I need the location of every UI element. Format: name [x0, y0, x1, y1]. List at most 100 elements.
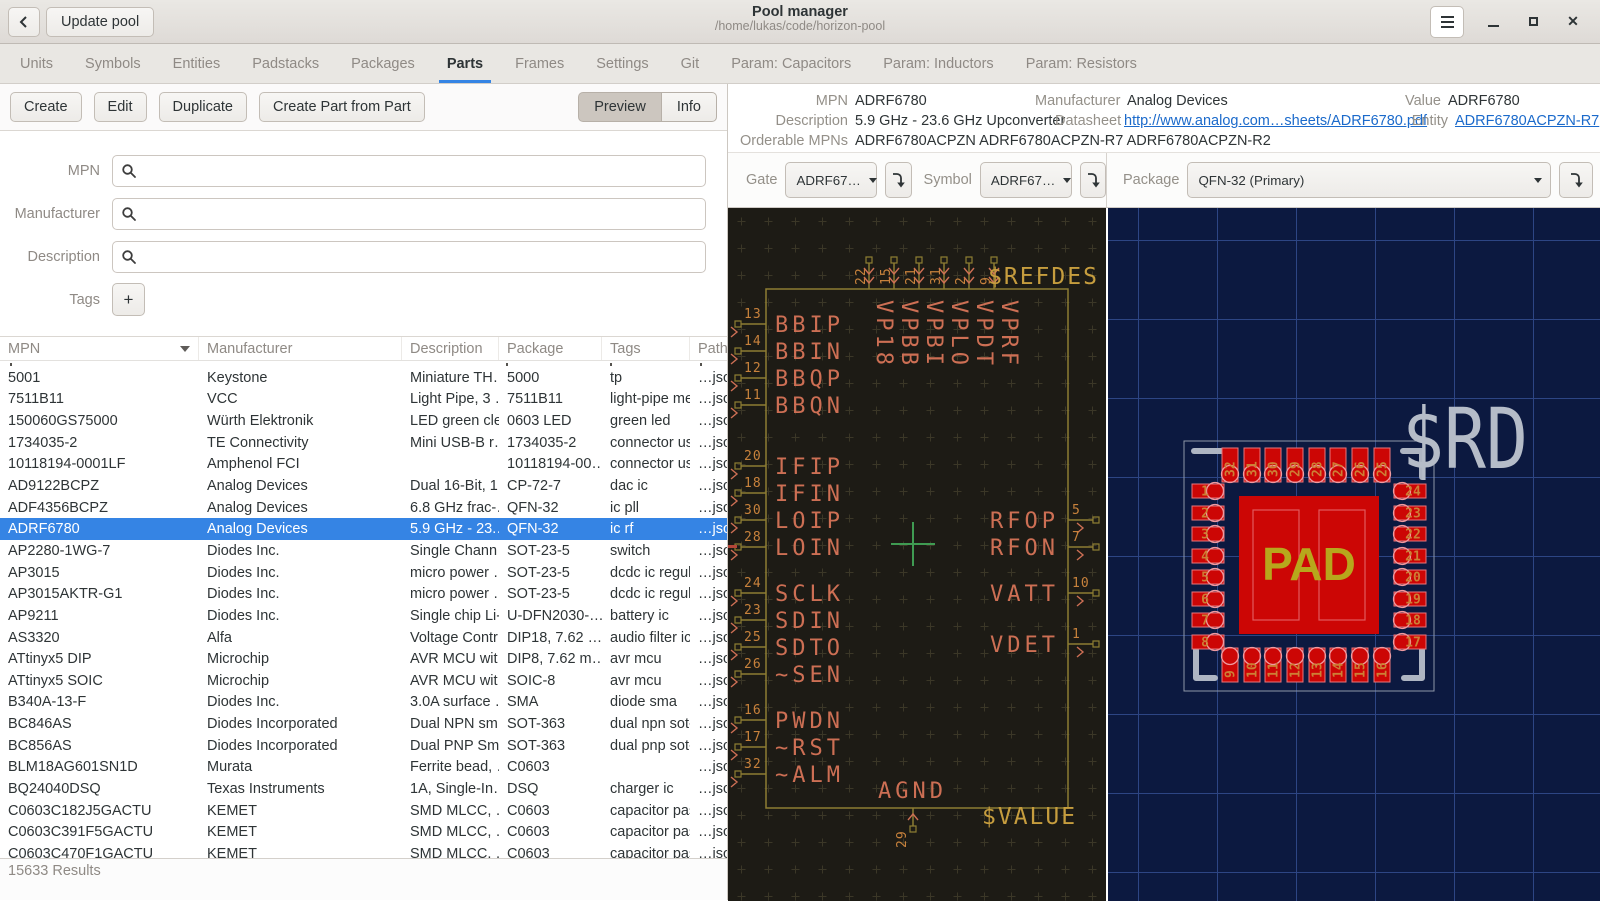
pad[interactable]: 3 [1192, 526, 1224, 543]
tab[interactable]: Symbols [83, 44, 143, 83]
column-header-path[interactable]: Path [690, 337, 727, 360]
goto-symbol-button[interactable] [1080, 162, 1106, 198]
tab[interactable]: Settings [594, 44, 650, 83]
goto-package-button[interactable] [1559, 162, 1593, 198]
column-header-mpn[interactable]: MPN [0, 337, 199, 360]
pad[interactable]: 2 [1192, 505, 1224, 522]
tab[interactable]: Param: Resistors [1024, 44, 1139, 83]
pad[interactable]: 14 [1330, 648, 1347, 683]
column-header-description[interactable]: Description [402, 337, 499, 360]
table-row[interactable]: AD9122BCPZ Analog Devices Dual 16-Bit, 1… [0, 475, 727, 497]
manufacturer-search-field[interactable] [112, 198, 706, 230]
description-search-input[interactable] [143, 249, 705, 265]
table-row[interactable]: C0603C391F5GACTU KEMET SMD MLCC, … C0603… [0, 821, 727, 843]
create-part-from-part-button[interactable]: Create Part from Part [259, 92, 425, 122]
pad[interactable]: 16 [1374, 648, 1391, 683]
pad[interactable]: 13 [1309, 648, 1326, 683]
pad[interactable]: 23 [1394, 505, 1427, 522]
pad[interactable]: 15 [1352, 648, 1369, 683]
tab[interactable]: Param: Inductors [881, 44, 995, 83]
table-row[interactable]: ATtinyx5 DIP Microchip AVR MCU wit… DIP8… [0, 648, 727, 670]
close-button[interactable]: ✕ [1562, 11, 1584, 33]
entity-link[interactable]: ADRF6780ACPZN-R7 [1455, 111, 1599, 131]
pad[interactable]: 8 [1192, 634, 1224, 651]
tab[interactable]: Units [18, 44, 55, 83]
pad[interactable]: 5 [1192, 569, 1224, 586]
datasheet-link[interactable]: http://www.analog.com…sheets/ADRF6780.pd… [1124, 111, 1409, 131]
table-row[interactable]: 150060GS75000 Würth Elektronik LED green… [0, 410, 727, 432]
add-tag-button[interactable]: + [112, 283, 145, 316]
table-row[interactable]: AP9211 Diodes Inc. Single chip Li-… U-DF… [0, 605, 727, 627]
table-row[interactable]: ATtinyx5 SOIC Microchip AVR MCU wit… SOI… [0, 670, 727, 692]
minimize-button[interactable] [1482, 11, 1504, 33]
update-pool-button[interactable]: Update pool [46, 7, 154, 37]
tab[interactable]: Entities [171, 44, 223, 83]
table-row[interactable]: AS3320 Alfa Voltage Contr… DIP18, 7.62 …… [0, 627, 727, 649]
create-button[interactable]: Create [10, 92, 82, 122]
table-row[interactable]: C0603C470F1GACTU KEMET SMD MLCC, … C0603… [0, 843, 727, 858]
pad[interactable]: 30 [1265, 448, 1282, 483]
pad[interactable]: 25 [1374, 448, 1391, 483]
table-row[interactable]: BQ24040DSQ Texas Instruments 1A, Single-… [0, 778, 727, 800]
column-header-tags[interactable]: Tags [602, 337, 690, 360]
pad[interactable]: 11 [1265, 648, 1282, 683]
pad[interactable]: 10 [1244, 648, 1261, 683]
preview-toggle-button[interactable]: Preview [578, 92, 662, 122]
table-row[interactable]: AP3015 Diodes Inc. micro power … SOT-23-… [0, 562, 727, 584]
table-row[interactable]: BLM18AG601SN1D Murata Ferrite bead, … C0… [0, 757, 727, 779]
mpn-search-input[interactable] [143, 163, 705, 179]
gate-dropdown[interactable]: ADRF67… [785, 162, 877, 198]
tab[interactable]: Parts [445, 44, 485, 83]
table-row[interactable]: AP2280-1WG-7 Diodes Inc. Single Chann… S… [0, 540, 727, 562]
pad[interactable]: 9 [1222, 648, 1239, 683]
back-button[interactable] [8, 7, 40, 37]
tab[interactable]: Frames [513, 44, 566, 83]
table-row[interactable]: ADRF6780 Analog Devices 5.9 GHz - 23.… Q… [0, 518, 727, 540]
pad[interactable]: 1 [1192, 483, 1224, 500]
symbol-dropdown[interactable]: ADRF67… [980, 162, 1072, 198]
pad[interactable]: 27 [1330, 448, 1347, 483]
table-row[interactable]: ADF4356BCPZ Analog Devices 6.8 GHz frac-… [0, 497, 727, 519]
pad[interactable]: 32 [1222, 448, 1239, 483]
table-row[interactable]: 5001 Keystone Miniature TH… 5000 tp …jso… [0, 367, 727, 389]
table-row[interactable]: AP3015AKTR-G1 Diodes Inc. micro power … … [0, 583, 727, 605]
edit-button[interactable]: Edit [94, 92, 147, 122]
tab[interactable]: Git [679, 44, 702, 83]
pad[interactable]: 18 [1394, 612, 1427, 629]
tab[interactable]: Packages [349, 44, 417, 83]
pad[interactable]: 7 [1192, 612, 1224, 629]
duplicate-button[interactable]: Duplicate [159, 92, 247, 122]
table-row[interactable]: 10118194-0001LF Amphenol FCI 10118194-00… [0, 454, 727, 476]
description-search-field[interactable] [112, 241, 706, 273]
mpn-search-field[interactable] [112, 155, 706, 187]
goto-gate-button[interactable] [885, 162, 911, 198]
table-row[interactable]: 1734035-2 TE Connectivity Mini USB-B r… … [0, 432, 727, 454]
center-pad[interactable]: PAD [1239, 496, 1379, 634]
tab[interactable]: Padstacks [250, 44, 321, 83]
pad[interactable]: 31 [1244, 448, 1261, 483]
pad[interactable]: 22 [1394, 526, 1427, 543]
table-row[interactable]: B340A-13-F Diodes Inc. 3.0A surface … SM… [0, 692, 727, 714]
maximize-button[interactable] [1522, 11, 1544, 33]
pad[interactable]: 26 [1352, 448, 1369, 483]
column-header-package[interactable]: Package [499, 337, 602, 360]
pad[interactable]: 20 [1394, 569, 1427, 586]
pad[interactable]: 19 [1394, 591, 1427, 608]
tab[interactable]: Param: Capacitors [729, 44, 853, 83]
pad[interactable]: 21 [1394, 548, 1427, 565]
table-row[interactable]: C0603C182J5GACTU KEMET SMD MLCC, … C0603… [0, 800, 727, 822]
pad[interactable]: 6 [1192, 591, 1224, 608]
package-canvas[interactable]: PAD 32 31 30 29 28 27 26 25 9 10 11 12 1… [1108, 208, 1600, 901]
manufacturer-search-input[interactable] [143, 206, 705, 222]
hamburger-menu-button[interactable] [1430, 6, 1464, 38]
pad[interactable]: 12 [1287, 648, 1304, 683]
table-row[interactable]: BC846AS Diodes Incorporated Dual NPN sm…… [0, 713, 727, 735]
pad[interactable]: 29 [1287, 448, 1304, 483]
table-row[interactable]: 7511B11 VCC Light Pipe, 3 … 7511B11 ligh… [0, 389, 727, 411]
pad[interactable]: 28 [1309, 448, 1326, 483]
column-header-manufacturer[interactable]: Manufacturer [199, 337, 402, 360]
symbol-canvas[interactable]: 13BBIP 14BBIN 12BBQP 11BBQN 20IFIP 18IFI… [728, 208, 1106, 901]
pad[interactable]: 17 [1394, 634, 1427, 651]
package-dropdown[interactable]: QFN-32 (Primary) [1187, 162, 1551, 198]
info-toggle-button[interactable]: Info [662, 92, 717, 122]
